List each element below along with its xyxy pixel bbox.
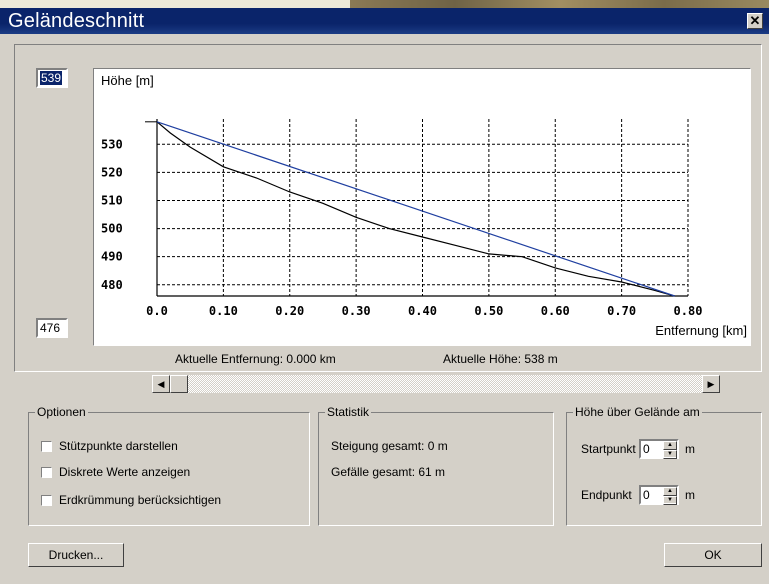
y-tick-label: 520: [101, 165, 123, 179]
spin-down-icon[interactable]: ▼: [663, 496, 677, 505]
x-tick-label: 0.10: [209, 304, 238, 318]
current-height: Aktuelle Höhe: 538 m: [443, 352, 558, 366]
height-group-title: Höhe über Gelände am: [573, 405, 702, 419]
checkbox-erdkruemmung[interactable]: Erdkrümmung berücksichtigen: [41, 493, 221, 507]
checkbox-box[interactable]: [41, 440, 52, 452]
endpoint-value: 0: [643, 488, 650, 502]
x-tick-label: 0.40: [408, 304, 437, 318]
checkbox-label: Stützpunkte darstellen: [59, 439, 178, 453]
descent-total: Gefälle gesamt: 61 m: [331, 465, 446, 479]
x-tick-label: 0.50: [474, 304, 503, 318]
checkbox-box[interactable]: [41, 466, 52, 478]
scroll-left-button[interactable]: ◀: [152, 375, 170, 393]
endpoint-label: Endpunkt: [581, 488, 632, 502]
endpoint-input[interactable]: 0 ▲ ▼: [639, 485, 679, 505]
statistics-title: Statistik: [325, 405, 372, 419]
endpoint-row: Endpunkt 0 ▲ ▼ m: [581, 485, 695, 505]
x-axis-label: Entfernung [km]: [655, 323, 747, 338]
print-button[interactable]: Drucken...: [28, 543, 124, 567]
options-group: Optionen Stützpunkte darstellen Diskrete…: [28, 405, 310, 526]
startpoint-input[interactable]: 0 ▲ ▼: [639, 439, 679, 459]
options-title: Optionen: [35, 405, 88, 419]
unit-label: m: [685, 442, 695, 456]
checkbox-diskrete-werte[interactable]: Diskrete Werte anzeigen: [41, 465, 190, 479]
arrow-right-icon: ▶: [707, 379, 715, 389]
ascent-total: Steigung gesamt: 0 m: [331, 439, 448, 453]
endpoint-spinner[interactable]: ▲ ▼: [663, 487, 677, 505]
y-tick-label: 500: [101, 222, 123, 236]
x-tick-label: 0.70: [607, 304, 636, 318]
arrow-left-icon: ◀: [157, 379, 165, 389]
checkbox-label: Diskrete Werte anzeigen: [59, 465, 191, 479]
startpoint-value: 0: [643, 442, 650, 456]
statistics-group: Statistik Steigung gesamt: 0 m Gefälle g…: [318, 405, 554, 526]
current-distance: Aktuelle Entfernung: 0.000 km: [175, 352, 336, 366]
checkbox-stuetzpunkte[interactable]: Stützpunkte darstellen: [41, 439, 178, 453]
startpoint-label: Startpunkt: [581, 442, 636, 456]
scroll-thumb[interactable]: [170, 375, 188, 393]
spin-down-icon[interactable]: ▼: [663, 450, 677, 459]
x-tick-label: 0.60: [541, 304, 570, 318]
y-tick-label: 490: [101, 250, 123, 264]
y-tick-label: 480: [101, 278, 123, 292]
y-tick-label: 530: [101, 137, 123, 151]
height-above-ground-group: Höhe über Gelände am Startpunkt 0 ▲ ▼ m …: [566, 405, 762, 526]
y-axis-label: Höhe [m]: [101, 73, 154, 88]
startpoint-spinner[interactable]: ▲ ▼: [663, 441, 677, 459]
x-tick-label: 0.30: [342, 304, 371, 318]
y-tick-label: 510: [101, 193, 123, 207]
spin-up-icon[interactable]: ▲: [663, 441, 677, 450]
x-tick-label: 0.80: [674, 304, 703, 318]
line-of-sight-line: [156, 121, 675, 297]
unit-label: m: [685, 488, 695, 502]
x-tick-label: 0.20: [275, 304, 304, 318]
startpoint-row: Startpunkt 0 ▲ ▼ m: [581, 439, 695, 459]
x-tick-label: 0.0: [146, 304, 168, 318]
horizontal-scrollbar[interactable]: ◀ ▶: [152, 375, 720, 393]
checkbox-box[interactable]: [41, 494, 52, 506]
checkbox-label: Erdkrümmung berücksichtigen: [59, 493, 222, 507]
ok-button[interactable]: OK: [664, 543, 762, 567]
scroll-right-button[interactable]: ▶: [702, 375, 720, 393]
spin-up-icon[interactable]: ▲: [663, 487, 677, 496]
